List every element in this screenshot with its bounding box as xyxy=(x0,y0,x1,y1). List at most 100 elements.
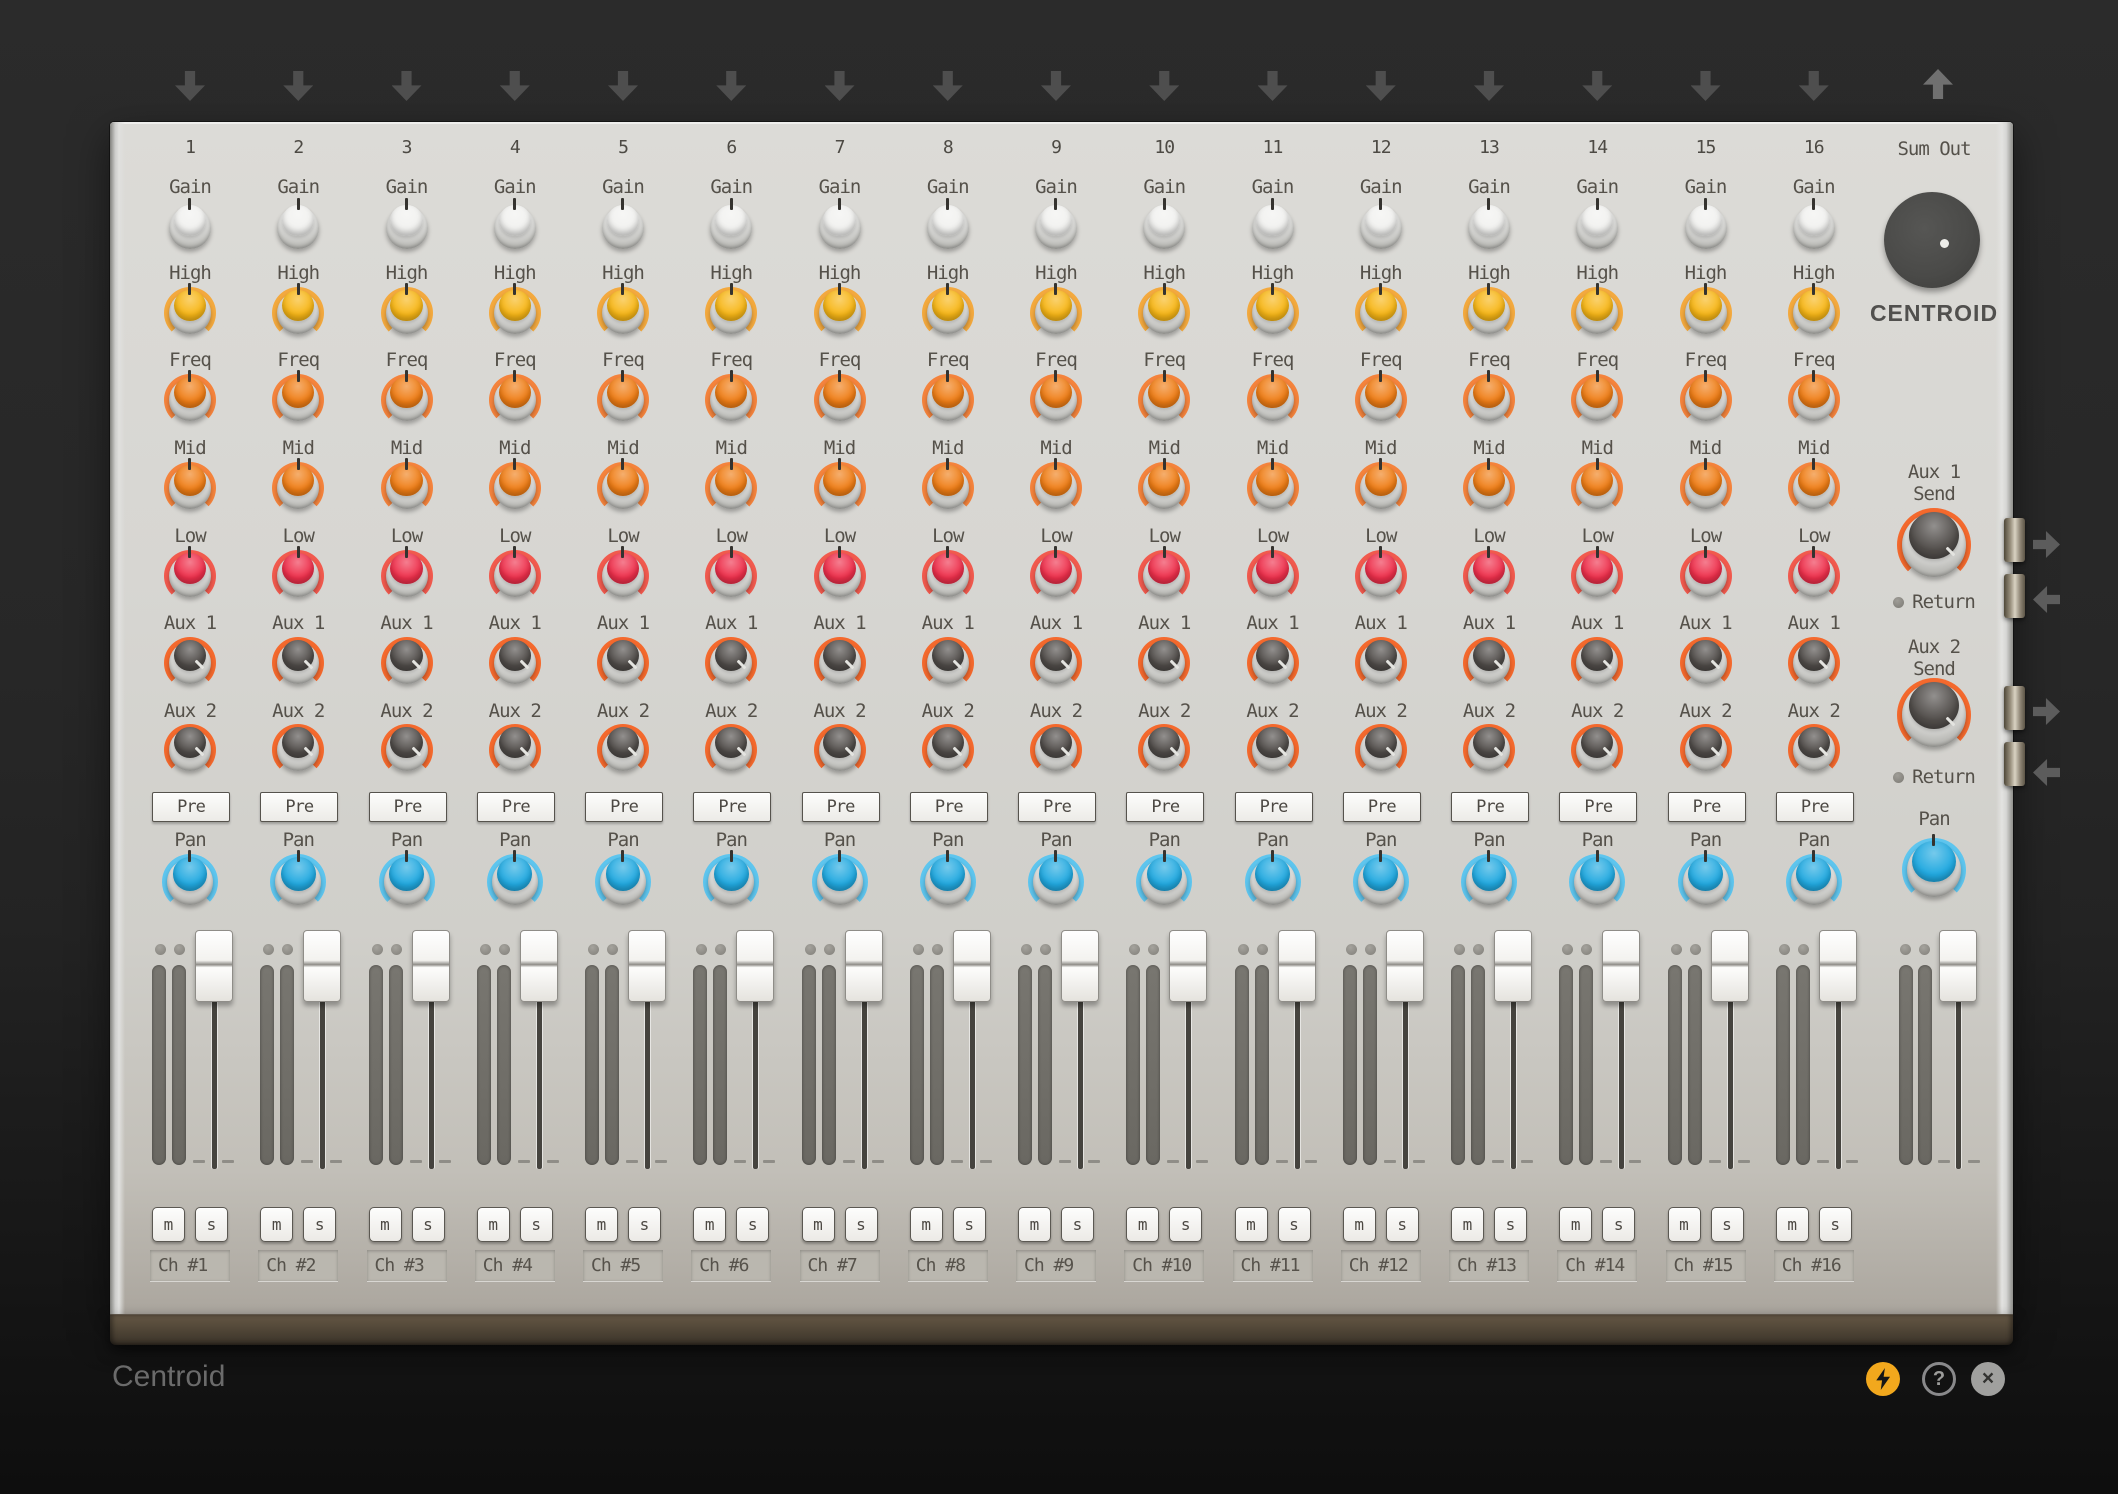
pre-button[interactable]: Pre xyxy=(476,792,555,822)
low-knob[interactable] xyxy=(380,546,433,602)
mid-knob[interactable] xyxy=(597,458,649,514)
mid-knob[interactable] xyxy=(164,458,216,514)
fader-handle[interactable] xyxy=(736,930,775,1002)
pre-button[interactable]: Pre xyxy=(368,792,447,822)
channel-input-arrow[interactable] xyxy=(499,71,530,101)
low-knob[interactable] xyxy=(597,546,649,602)
gain-knob[interactable] xyxy=(922,198,974,254)
fader-handle[interactable] xyxy=(1602,930,1641,1002)
solo-button[interactable]: s xyxy=(1061,1207,1094,1242)
freq-knob[interactable] xyxy=(1354,370,1407,426)
solo-button[interactable]: s xyxy=(1710,1207,1744,1242)
gain-knob[interactable] xyxy=(1355,198,1407,254)
low-knob[interactable] xyxy=(1571,546,1624,602)
aux1-knob[interactable] xyxy=(272,637,325,689)
high-knob[interactable] xyxy=(1030,283,1082,339)
solo-button[interactable]: s xyxy=(1494,1207,1527,1242)
mute-button[interactable]: m xyxy=(1775,1207,1809,1242)
solo-button[interactable]: s xyxy=(1277,1207,1311,1242)
aux1-knob[interactable] xyxy=(380,637,433,689)
aux2-knob[interactable] xyxy=(921,724,974,776)
channel-input-arrow[interactable] xyxy=(1257,71,1288,101)
aux1-knob[interactable] xyxy=(597,637,649,689)
channel-input-arrow[interactable] xyxy=(175,71,205,101)
pre-button[interactable]: Pre xyxy=(1126,792,1205,822)
freq-knob[interactable] xyxy=(488,370,541,426)
aux2-knob[interactable] xyxy=(1463,724,1515,776)
aux1-send-knob[interactable] xyxy=(1897,508,1971,582)
pan-knob[interactable] xyxy=(1677,850,1734,910)
solo-button[interactable]: s xyxy=(952,1207,986,1242)
master-pan-knob[interactable] xyxy=(1902,834,1966,902)
freq-knob[interactable] xyxy=(597,370,649,426)
channel-input-arrow[interactable] xyxy=(391,71,422,101)
aux2-send-knob[interactable] xyxy=(1897,678,1971,752)
solo-button[interactable]: s xyxy=(1169,1207,1203,1242)
fader-handle[interactable] xyxy=(1710,930,1749,1002)
mid-knob[interactable] xyxy=(1679,458,1732,514)
aux2-return-arrow[interactable] xyxy=(2033,759,2060,786)
mute-button[interactable]: m xyxy=(1234,1207,1268,1242)
freq-knob[interactable] xyxy=(1679,370,1732,426)
aux2-knob[interactable] xyxy=(1138,724,1191,776)
freq-knob[interactable] xyxy=(921,370,974,426)
solo-button[interactable]: s xyxy=(411,1207,445,1242)
pan-knob[interactable] xyxy=(378,850,435,910)
pre-button[interactable]: Pre xyxy=(260,792,339,822)
fader-handle[interactable] xyxy=(952,930,991,1002)
aux-jack[interactable] xyxy=(2004,686,2025,730)
close-icon[interactable]: × xyxy=(1971,1362,2005,1396)
high-knob[interactable] xyxy=(1679,283,1732,339)
high-knob[interactable] xyxy=(1138,283,1191,339)
fader-handle[interactable] xyxy=(628,930,666,1002)
pan-knob[interactable] xyxy=(1785,850,1842,910)
low-knob[interactable] xyxy=(921,546,974,602)
mute-button[interactable]: m xyxy=(1451,1207,1484,1242)
solo-button[interactable]: s xyxy=(519,1207,553,1242)
power-lightning-icon[interactable] xyxy=(1866,1362,1900,1396)
high-knob[interactable] xyxy=(164,283,216,339)
aux1-knob[interactable] xyxy=(1679,637,1732,689)
high-knob[interactable] xyxy=(921,283,974,339)
aux2-knob[interactable] xyxy=(164,724,216,776)
mute-button[interactable]: m xyxy=(1342,1207,1376,1242)
mid-knob[interactable] xyxy=(380,458,433,514)
high-knob[interactable] xyxy=(1354,283,1407,339)
fader-handle[interactable] xyxy=(1385,930,1424,1002)
freq-knob[interactable] xyxy=(272,370,325,426)
aux1-knob[interactable] xyxy=(1138,637,1191,689)
channel-input-arrow[interactable] xyxy=(1690,71,1721,101)
gain-knob[interactable] xyxy=(1788,198,1840,254)
solo-button[interactable]: s xyxy=(1602,1207,1636,1242)
mid-knob[interactable] xyxy=(1571,458,1624,514)
help-icon[interactable]: ? xyxy=(1922,1362,1956,1396)
aux2-knob[interactable] xyxy=(380,724,433,776)
gain-knob[interactable] xyxy=(1463,198,1515,254)
low-knob[interactable] xyxy=(1030,546,1082,602)
aux2-send-arrow[interactable] xyxy=(2033,698,2060,725)
mid-knob[interactable] xyxy=(705,458,758,514)
low-knob[interactable] xyxy=(1246,546,1299,602)
sum-output-arrow[interactable] xyxy=(1923,69,1953,99)
freq-knob[interactable] xyxy=(380,370,433,426)
fader-handle[interactable] xyxy=(1494,930,1532,1002)
pre-button[interactable]: Pre xyxy=(1667,792,1746,822)
pan-knob[interactable] xyxy=(162,850,218,910)
channel-input-arrow[interactable] xyxy=(1582,71,1613,101)
gain-knob[interactable] xyxy=(381,198,433,254)
aux1-knob[interactable] xyxy=(813,637,866,689)
aux2-knob[interactable] xyxy=(488,724,541,776)
aux1-knob[interactable] xyxy=(1246,637,1299,689)
pre-button[interactable]: Pre xyxy=(1559,792,1638,822)
gain-knob[interactable] xyxy=(1680,198,1732,254)
pre-button[interactable]: Pre xyxy=(801,792,880,822)
gain-knob[interactable] xyxy=(814,198,866,254)
aux2-knob[interactable] xyxy=(1679,724,1732,776)
pan-knob[interactable] xyxy=(486,850,543,910)
channel-input-arrow[interactable] xyxy=(1474,71,1504,101)
mute-button[interactable]: m xyxy=(909,1207,943,1242)
high-knob[interactable] xyxy=(1787,283,1840,339)
channel-input-arrow[interactable] xyxy=(1798,71,1829,101)
mute-button[interactable]: m xyxy=(1018,1207,1051,1242)
fader-handle[interactable] xyxy=(1818,930,1857,1002)
